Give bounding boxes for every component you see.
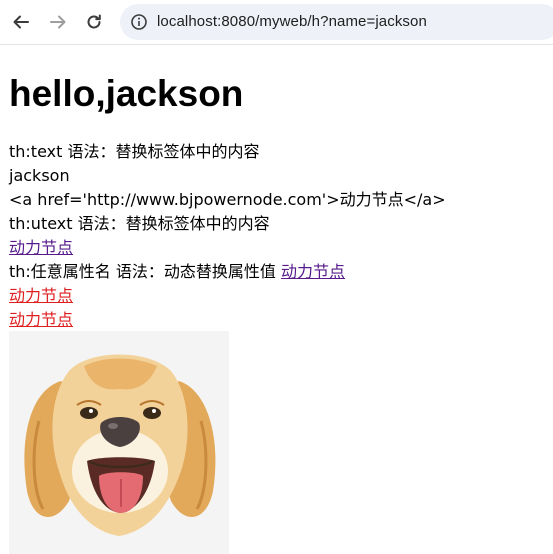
th-attr-row: th:任意属性名 语法：动态替换属性值 动力节点 [9,260,345,284]
red-link-row-2: 动力节点 [9,308,73,332]
th-utext-label: th:utext 语法：替换标签体中的内容 [9,214,270,233]
arrow-left-icon [13,15,29,29]
th-attr-link[interactable]: 动力节点 [281,262,345,281]
th-text-label: th:text 语法：替换标签体中的内容 [9,142,260,161]
back-button[interactable] [6,7,36,37]
red-link-2[interactable]: 动力节点 [9,310,73,329]
th-utext-row: 动力节点 [9,236,73,260]
th-attr-label: th:任意属性名 语法：动态替换属性值 [9,262,276,281]
reload-button[interactable] [79,7,109,37]
dog-image [9,331,229,554]
red-link-1[interactable]: 动力节点 [9,286,73,305]
info-icon[interactable] [130,13,148,31]
page-heading: hello,jackson [9,73,244,114]
th-text-raw-html: <a href='http://www.bjpowernode.com'>动力节… [9,190,446,209]
browser-toolbar: localhost:8080/myweb/h?name=jackson [0,0,553,45]
red-link-row-1: 动力节点 [9,284,73,308]
th-text-value: jackson [9,166,70,185]
forward-button[interactable] [43,7,73,37]
arrow-right-icon [50,15,66,29]
th-utext-link[interactable]: 动力节点 [9,238,73,257]
reload-icon [87,14,101,29]
url-text[interactable]: localhost:8080/myweb/h?name=jackson [157,13,427,30]
address-bar[interactable]: localhost:8080/myweb/h?name=jackson [120,4,553,40]
